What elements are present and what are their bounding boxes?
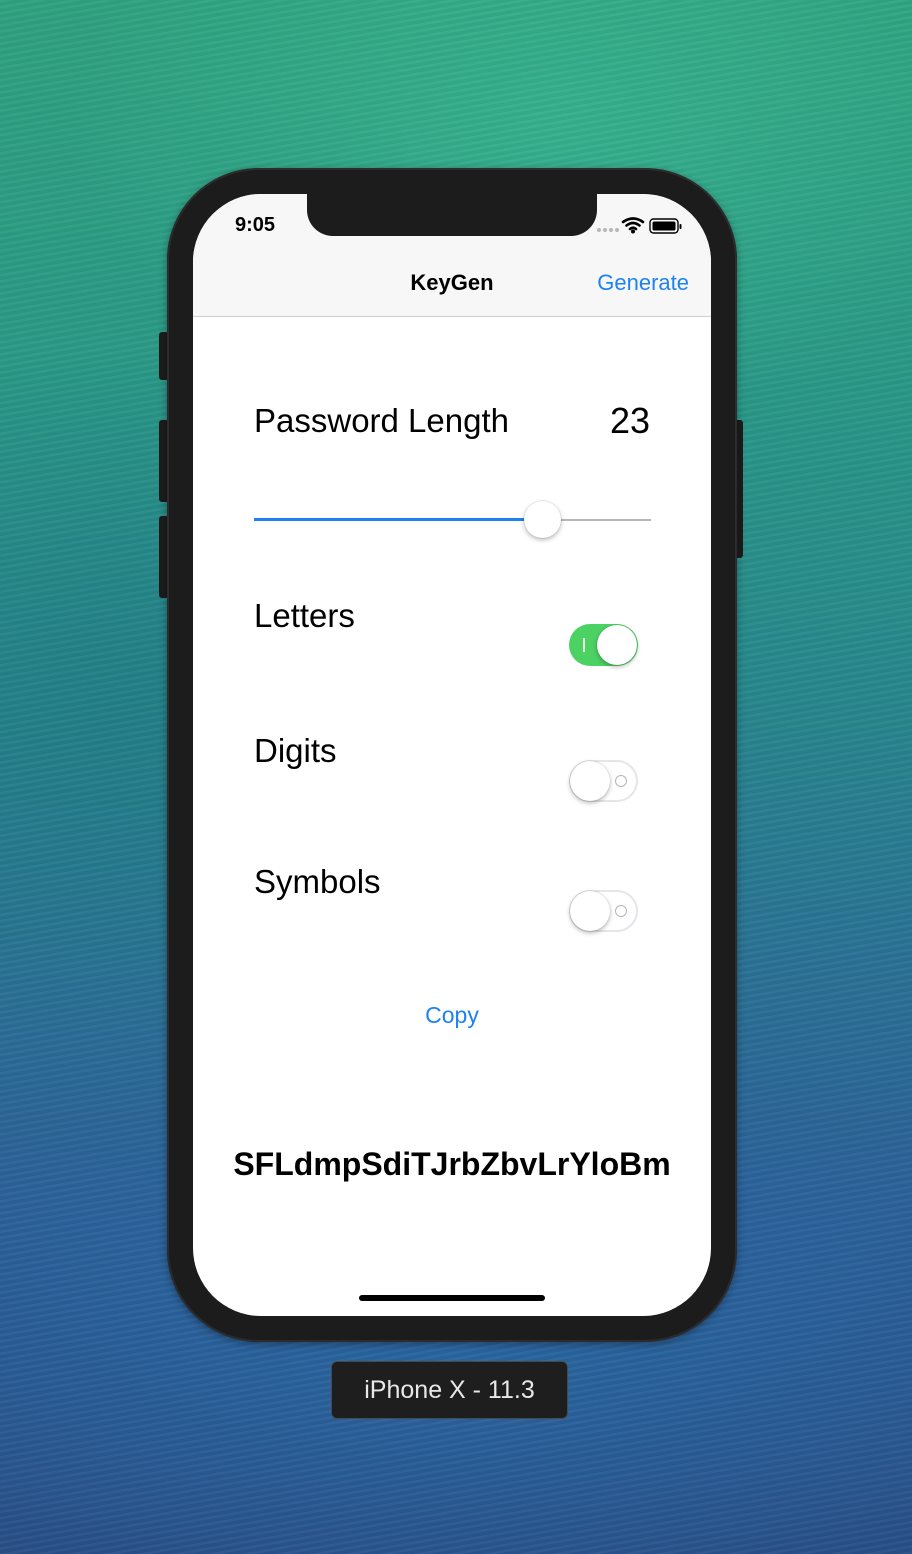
slider-thumb[interactable] [523,501,561,538]
password-length-label: Password Length [254,402,509,439]
signal-dots-icon [597,228,619,232]
symbols-label: Symbols [254,863,381,900]
letters-toggle[interactable] [569,624,638,666]
copy-button[interactable]: Copy [193,1002,711,1029]
battery-icon [649,218,682,234]
letters-label: Letters [254,597,355,634]
password-length-slider[interactable] [254,500,651,540]
digits-toggle[interactable] [569,760,638,802]
wifi-icon [621,217,645,231]
slider-fill [254,518,542,521]
iphone-x-frame: 9:05 KeyGen Generate Password Length 23 … [167,168,737,1342]
password-length-value: 23 [609,400,650,441]
status-icons [597,217,682,234]
symbols-toggle[interactable] [569,890,638,932]
notch [307,194,597,236]
toggle-knob [570,891,610,931]
toggle-off-mark [615,905,627,917]
toggle-off-mark [615,775,627,787]
toggle-knob [570,761,610,801]
status-time: 9:05 [235,214,276,236]
home-indicator[interactable] [359,1295,545,1301]
generated-password: SFLdmpSdiTJrbZbvLrYloBm [233,1146,671,1182]
toggle-knob [597,625,637,665]
device-caption: iPhone X - 11.3 [331,1361,568,1419]
device-screen: 9:05 KeyGen Generate Password Length 23 … [193,194,711,1316]
digits-label: Digits [254,732,337,769]
generate-button[interactable]: Generate [597,270,689,296]
toggle-on-mark [583,638,585,652]
